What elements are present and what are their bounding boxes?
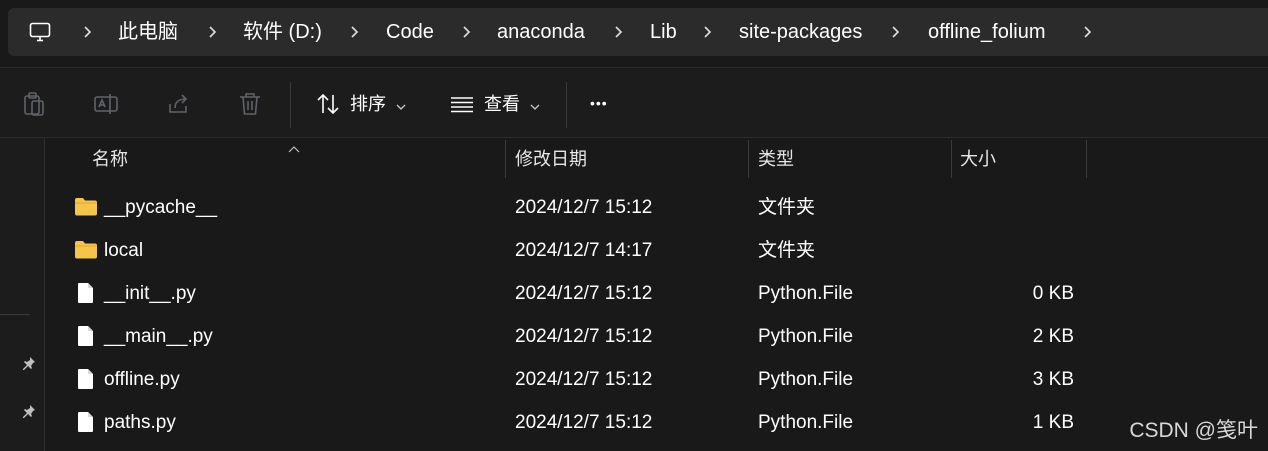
column-header-type[interactable]: 类型 [758, 147, 794, 171]
chevron-down-icon [530, 99, 540, 110]
file-type: Python.File [758, 412, 854, 433]
pin-icon[interactable] [20, 404, 36, 420]
column-header-size[interactable]: 大小 [960, 147, 996, 171]
file-type: 文件夹 [758, 197, 816, 218]
folder-icon [74, 239, 98, 261]
toolbar-divider [566, 82, 567, 128]
pin-icon[interactable] [20, 356, 36, 372]
file-icon [76, 282, 100, 304]
file-date: 2024/12/7 15:12 [515, 412, 653, 433]
sort-button[interactable]: 排序 [310, 68, 410, 138]
file-date: 2024/12/7 15:12 [515, 369, 653, 390]
table-row[interactable]: paths.py 2024/12/7 15:12 Python.File 1 K… [56, 401, 1096, 444]
address-bar[interactable]: 此电脑 软件 (D:) Code anaconda Lib site-packa… [8, 8, 1268, 56]
clipboard-icon[interactable] [20, 90, 48, 118]
more-options-button[interactable]: ••• [590, 91, 608, 115]
view-button[interactable]: 查看 [446, 68, 546, 138]
sort-indicator-icon [288, 140, 300, 153]
column-header-date[interactable]: 修改日期 [515, 147, 587, 171]
chevron-right-icon[interactable] [459, 24, 475, 40]
chevron-right-icon[interactable] [611, 24, 627, 40]
file-size: 3 KB [1032, 369, 1074, 390]
breadcrumb-item-this-pc[interactable]: 此电脑 [118, 8, 178, 56]
file-size [974, 229, 1074, 272]
breadcrumb-item-site-packages[interactable]: site-packages [739, 8, 862, 56]
table-row[interactable]: __main__.py 2024/12/7 15:12 Python.File … [56, 315, 1096, 358]
breadcrumb-item-lib[interactable]: Lib [650, 8, 677, 56]
file-size: 1 KB [1032, 412, 1074, 433]
breadcrumb-item-code[interactable]: Code [386, 8, 434, 56]
column-divider[interactable] [951, 140, 952, 178]
file-size: 0 KB [1032, 283, 1074, 304]
file-name: __init__.py [104, 283, 196, 304]
toolbar-divider [290, 82, 291, 128]
watermark: CSDN @笺叶 [1129, 419, 1258, 442]
file-type: Python.File [758, 283, 854, 304]
file-date: 2024/12/7 15:12 [515, 197, 653, 218]
sort-icon [314, 90, 342, 118]
column-divider[interactable] [1086, 140, 1087, 178]
table-row[interactable]: __init__.py 2024/12/7 15:12 Python.File … [56, 272, 1096, 315]
file-date: 2024/12/7 15:12 [515, 326, 653, 347]
divider [0, 137, 1268, 138]
file-icon [76, 411, 100, 433]
file-name: __main__.py [104, 326, 213, 347]
breadcrumb-item-offline-folium[interactable]: offline_folium [928, 8, 1045, 56]
file-name: __pycache__ [104, 197, 218, 218]
chevron-right-icon[interactable] [80, 24, 96, 40]
file-size [974, 186, 1074, 229]
sort-label: 排序 [350, 94, 386, 114]
navigation-pane[interactable] [0, 138, 45, 451]
column-divider[interactable] [748, 140, 749, 178]
trash-icon[interactable] [236, 90, 264, 118]
file-icon [76, 368, 100, 390]
breadcrumb-item-anaconda[interactable]: anaconda [497, 8, 585, 56]
file-type: 文件夹 [758, 240, 816, 261]
file-name: offline.py [104, 369, 180, 390]
table-row[interactable]: __pycache__ 2024/12/7 15:12 文件夹 [56, 186, 1096, 229]
rename-icon[interactable] [92, 90, 120, 118]
column-header-name[interactable]: 名称 [92, 147, 128, 171]
file-type: Python.File [758, 326, 854, 347]
file-icon [76, 325, 100, 347]
chevron-right-icon[interactable] [205, 24, 221, 40]
chevron-right-icon[interactable] [700, 24, 716, 40]
command-bar: 排序 查看 ••• [0, 68, 1268, 138]
table-row[interactable]: local 2024/12/7 14:17 文件夹 [56, 229, 1096, 272]
chevron-right-icon[interactable] [888, 24, 904, 40]
folder-icon [74, 196, 98, 218]
view-list-icon [448, 90, 476, 118]
chevron-right-icon[interactable] [1080, 24, 1096, 40]
divider [0, 314, 30, 315]
share-icon[interactable] [164, 90, 192, 118]
file-date: 2024/12/7 14:17 [515, 240, 653, 261]
chevron-down-icon [396, 99, 406, 110]
column-divider[interactable] [505, 140, 506, 178]
chevron-right-icon[interactable] [347, 24, 363, 40]
file-type: Python.File [758, 369, 854, 390]
breadcrumb-item-drive[interactable]: 软件 (D:) [243, 8, 322, 56]
file-date: 2024/12/7 15:12 [515, 283, 653, 304]
file-name: local [104, 240, 144, 261]
file-name: paths.py [104, 412, 176, 433]
file-size: 2 KB [1032, 326, 1074, 347]
view-label: 查看 [484, 94, 520, 114]
monitor-icon[interactable] [28, 20, 52, 44]
table-row[interactable]: offline.py 2024/12/7 15:12 Python.File 3… [56, 358, 1096, 401]
